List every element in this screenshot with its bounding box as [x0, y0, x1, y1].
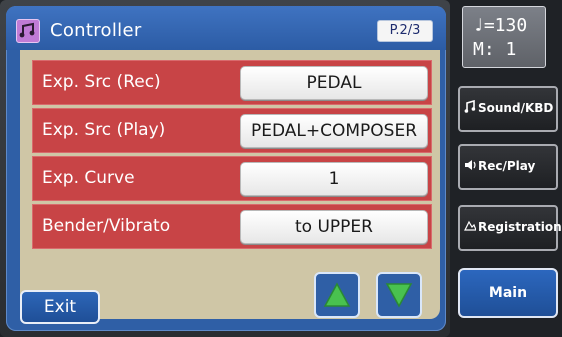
controller-panel: Controller P.2/3 Exp. Src (Rec) PEDAL Ex… — [6, 6, 446, 331]
registration-icon — [464, 219, 477, 236]
main-button[interactable]: Main — [458, 268, 558, 318]
tempo-value: ♩=130 — [473, 15, 528, 36]
arrow-up-icon — [323, 282, 351, 307]
registration-button[interactable]: Registration — [458, 205, 562, 251]
setting-value-button[interactable]: 1 — [240, 162, 428, 196]
music-score-icon — [16, 19, 40, 43]
registration-label: Registration — [478, 220, 562, 234]
page-indicator: P.2/3 — [377, 20, 433, 42]
setting-label: Bender/Vibrato — [42, 216, 171, 236]
settings-list: Exp. Src (Rec) PEDAL Exp. Src (Play) PED… — [32, 60, 432, 252]
setting-row-exp-src-rec: Exp. Src (Rec) PEDAL — [32, 60, 432, 105]
music-note-icon — [464, 99, 476, 117]
setting-row-exp-src-play: Exp. Src (Play) PEDAL+COMPOSER — [32, 108, 432, 153]
setting-value-button[interactable]: PEDAL — [240, 66, 428, 100]
speaker-icon — [464, 158, 476, 175]
setting-value-button[interactable]: PEDAL+COMPOSER — [240, 114, 428, 148]
tempo-display: ♩=130 M: 1 — [462, 6, 546, 68]
setting-value-button[interactable]: to UPPER — [240, 210, 428, 244]
title-bar: Controller P.2/3 — [6, 6, 446, 50]
sound-kbd-button[interactable]: Sound/KBD — [458, 86, 558, 132]
setting-row-bender-vibrato: Bender/Vibrato to UPPER — [32, 204, 432, 249]
setting-row-exp-curve: Exp. Curve 1 — [32, 156, 432, 201]
rec-play-label: Rec/Play — [478, 159, 536, 173]
setting-label: Exp. Curve — [42, 168, 135, 188]
page-title: Controller — [50, 20, 142, 41]
sound-kbd-label: Sound/KBD — [478, 101, 554, 115]
sidebar: ♩=130 M: 1 Sound/KBD Rec/Play Registrati… — [450, 0, 562, 337]
scroll-down-button[interactable] — [376, 272, 422, 318]
rec-play-button[interactable]: Rec/Play — [458, 144, 558, 190]
exit-button[interactable]: Exit — [20, 290, 100, 324]
left-bezel: Controller P.2/3 Exp. Src (Rec) PEDAL Ex… — [0, 0, 450, 337]
scroll-up-button[interactable] — [314, 272, 360, 318]
measure-value: M: 1 — [473, 39, 517, 60]
arrow-down-icon — [385, 283, 413, 308]
setting-label: Exp. Src (Rec) — [42, 72, 161, 92]
setting-label: Exp. Src (Play) — [42, 120, 166, 140]
screen: Controller P.2/3 Exp. Src (Rec) PEDAL Ex… — [0, 0, 562, 337]
